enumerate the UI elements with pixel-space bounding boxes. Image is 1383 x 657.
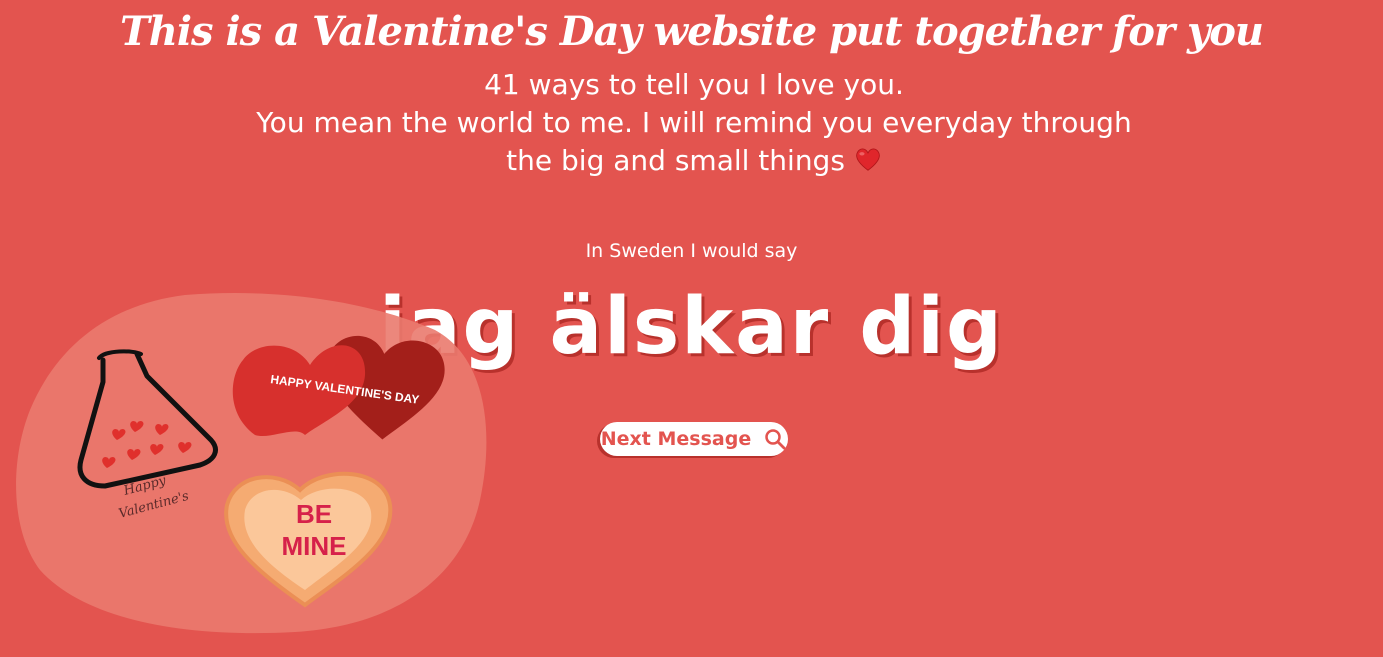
- intro-line-2-text: You mean the world to me. I will remind …: [256, 106, 1132, 177]
- next-message-label: Next Message: [600, 428, 752, 450]
- next-message-button[interactable]: Next Message: [600, 422, 788, 456]
- page-title: This is a Valentine's Day website put to…: [120, 8, 1264, 55]
- search-icon: [765, 429, 786, 450]
- candy-text-be: BE: [296, 499, 332, 529]
- intro-line-2: You mean the world to me. I will remind …: [241, 104, 1147, 180]
- intro-line-1: 41 ways to tell you I love you.: [484, 68, 904, 101]
- country-caption: In Sweden I would say: [585, 240, 798, 262]
- intro-text: 41 ways to tell you I love you. You mean…: [241, 66, 1147, 180]
- valentine-illustration: Happy Valentine's HAPPY VALENTINE'S DAY …: [16, 293, 487, 634]
- candy-text-mine: MINE: [282, 531, 347, 561]
- heart-emoji-icon: [856, 148, 880, 171]
